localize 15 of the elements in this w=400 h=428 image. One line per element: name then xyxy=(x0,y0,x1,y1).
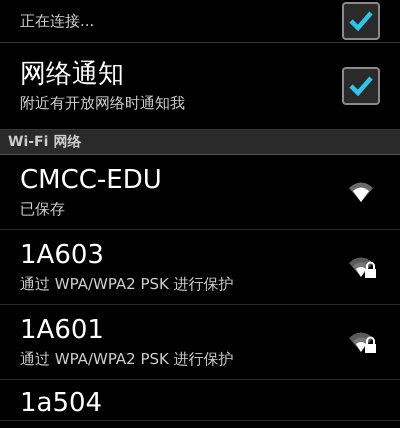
setting-subtitle: 附近有开放网络时通知我 xyxy=(20,93,185,114)
check-icon xyxy=(348,75,374,97)
network-status: 通过 WPA/WPA2 PSK 进行保护 xyxy=(20,349,234,370)
network-status: 已保存 xyxy=(20,199,66,220)
network-name[interactable]: 1A601 xyxy=(20,313,234,347)
check-icon xyxy=(348,10,374,32)
network-name[interactable]: 1A603 xyxy=(20,238,234,272)
setting-title: 网络通知 xyxy=(20,58,125,91)
section-title: Wi-Fi 网络 xyxy=(8,132,82,152)
network-status: 通过 WPA/WPA2 PSK 进行保护 xyxy=(20,274,234,295)
checkbox[interactable] xyxy=(342,2,380,40)
setting-subtitle: 正在连接... xyxy=(20,11,94,32)
network-name[interactable]: 1a504 xyxy=(20,386,102,420)
checkbox[interactable] xyxy=(342,67,380,105)
network-name[interactable]: CMCC-EDU xyxy=(20,163,162,197)
